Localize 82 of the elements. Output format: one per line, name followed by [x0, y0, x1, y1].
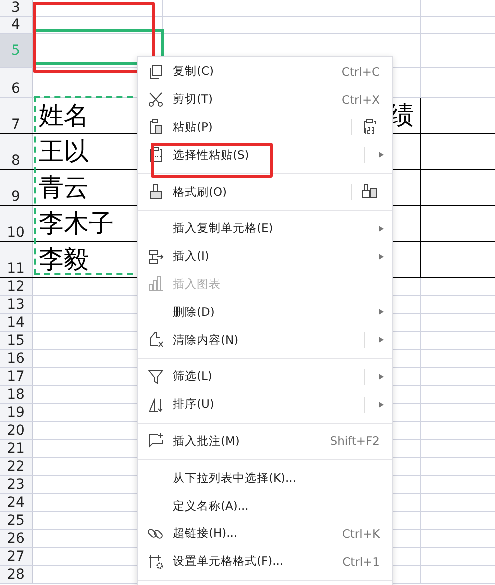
menu-item[interactable]: 剪切(T) Ctrl+X: [138, 86, 392, 114]
shortcut-label: Ctrl+K: [342, 526, 381, 541]
table-cell: 王以: [39, 137, 89, 166]
scissors-icon: [148, 92, 164, 108]
row-header[interactable]: 18: [0, 386, 33, 403]
menu-item[interactable]: 定义名称(A)...: [138, 492, 392, 520]
menu-label: 插入图表: [173, 276, 221, 291]
brush-icon: [148, 184, 164, 200]
menu-label: 插入(I): [173, 249, 210, 264]
menu-label: 设置单元格格式(F)...: [173, 554, 284, 568]
row-header[interactable]: 14: [0, 314, 33, 331]
menu-label: 定义名称(A)...: [173, 498, 249, 513]
menu-item[interactable]: 插入(I): [138, 242, 392, 271]
row-header[interactable]: 27: [0, 548, 33, 565]
menu-item[interactable]: 设置单元格格式(F)... Ctrl+1: [138, 548, 392, 576]
clipboard-icon[interactable]: [362, 119, 378, 136]
comment-icon: [148, 433, 164, 450]
menu-label: 筛选(L): [173, 369, 212, 384]
menu-label: 选择性粘贴(S): [173, 148, 250, 162]
menu-item[interactable]: 超链接(H)... Ctrl+K: [138, 520, 392, 548]
row-header[interactable]: 21: [0, 440, 33, 457]
menu-label: 清除内容(N): [173, 332, 239, 347]
row-header[interactable]: 6: [0, 68, 33, 97]
row-header[interactable]: 11: [0, 242, 33, 277]
menu-item[interactable]: 格式刷(O): [138, 178, 392, 206]
row-header[interactable]: 17: [0, 368, 33, 385]
row-header[interactable]: 12: [0, 278, 33, 295]
menu-item[interactable]: 复制(C) Ctrl+C: [138, 58, 392, 86]
menu-label: 插入复制单元格(E): [173, 221, 274, 236]
table-cell: 青云: [39, 173, 89, 202]
menu-item[interactable]: 删除(D): [138, 298, 392, 326]
menu-label: 超链接(H)...: [173, 526, 238, 540]
menu-label: 剪切(T): [173, 92, 213, 106]
row-header[interactable]: 23: [0, 476, 33, 493]
shortcut-label: Shift+F2: [330, 434, 381, 448]
brush-icon[interactable]: [362, 184, 378, 200]
funnel-icon: [148, 368, 164, 385]
menu-label: 删除(D): [173, 304, 215, 319]
row-header[interactable]: 19: [0, 404, 33, 421]
menu-item[interactable]: 清除内容(N): [138, 326, 392, 354]
menu-item[interactable]: 粘贴(P): [138, 114, 392, 142]
shortcut-label: Ctrl+C: [342, 64, 381, 79]
row-header[interactable]: 13: [0, 296, 33, 313]
menu-label: 粘贴(P): [173, 120, 213, 134]
menu-label: 从下拉列表中选择(K)...: [173, 470, 296, 485]
row-header[interactable]: 8: [0, 134, 33, 169]
row-header[interactable]: 7: [0, 98, 33, 133]
row-header[interactable]: 16: [0, 350, 33, 367]
menu-label: 格式刷(O): [173, 184, 228, 199]
bar-chart-icon: [148, 276, 164, 292]
menu-label: 插入批注(M): [173, 434, 240, 448]
menu-label: 复制(C): [173, 64, 214, 78]
clipboard-icon: [148, 119, 164, 136]
row-header[interactable]: 26: [0, 530, 33, 547]
row-header[interactable]: 24: [0, 494, 33, 511]
row-header[interactable]: 9: [0, 170, 33, 205]
menu-item[interactable]: 从下拉列表中选择(K)...: [138, 464, 392, 492]
row-header[interactable]: 15: [0, 332, 33, 349]
menu-item[interactable]: 选择性粘贴(S): [138, 141, 392, 170]
row-header[interactable]: 4: [0, 17, 33, 33]
menu-item[interactable]: 筛选(L): [138, 362, 392, 391]
menu-item[interactable]: 排序(U): [138, 390, 392, 419]
shortcut-label: Ctrl+1: [342, 554, 381, 569]
row-header[interactable]: 28: [0, 566, 33, 583]
row-header[interactable]: 10: [0, 206, 33, 241]
menu-label: 排序(U): [173, 397, 214, 412]
eraser-icon: [148, 332, 164, 348]
row-header[interactable]: 3: [0, 0, 33, 16]
row-header[interactable]: 20: [0, 422, 33, 439]
format-cells-icon: [148, 554, 164, 570]
clipboard-icon: [148, 147, 164, 164]
menu-item[interactable]: 插入批注(M) Shift+F2: [138, 428, 392, 456]
table-cell: 李毅: [39, 245, 89, 274]
sort-icon: [148, 396, 164, 413]
menu-item[interactable]: 插入复制单元格(E): [138, 214, 392, 243]
insert-icon: [148, 248, 164, 265]
copy-icon: [148, 64, 164, 80]
shortcut-label: Ctrl+X: [342, 92, 381, 107]
table-cell: 姓名: [39, 101, 89, 130]
row-header[interactable]: 22: [0, 458, 33, 475]
table-cell: 李木子: [39, 209, 114, 238]
row-header[interactable]: 25: [0, 512, 33, 529]
